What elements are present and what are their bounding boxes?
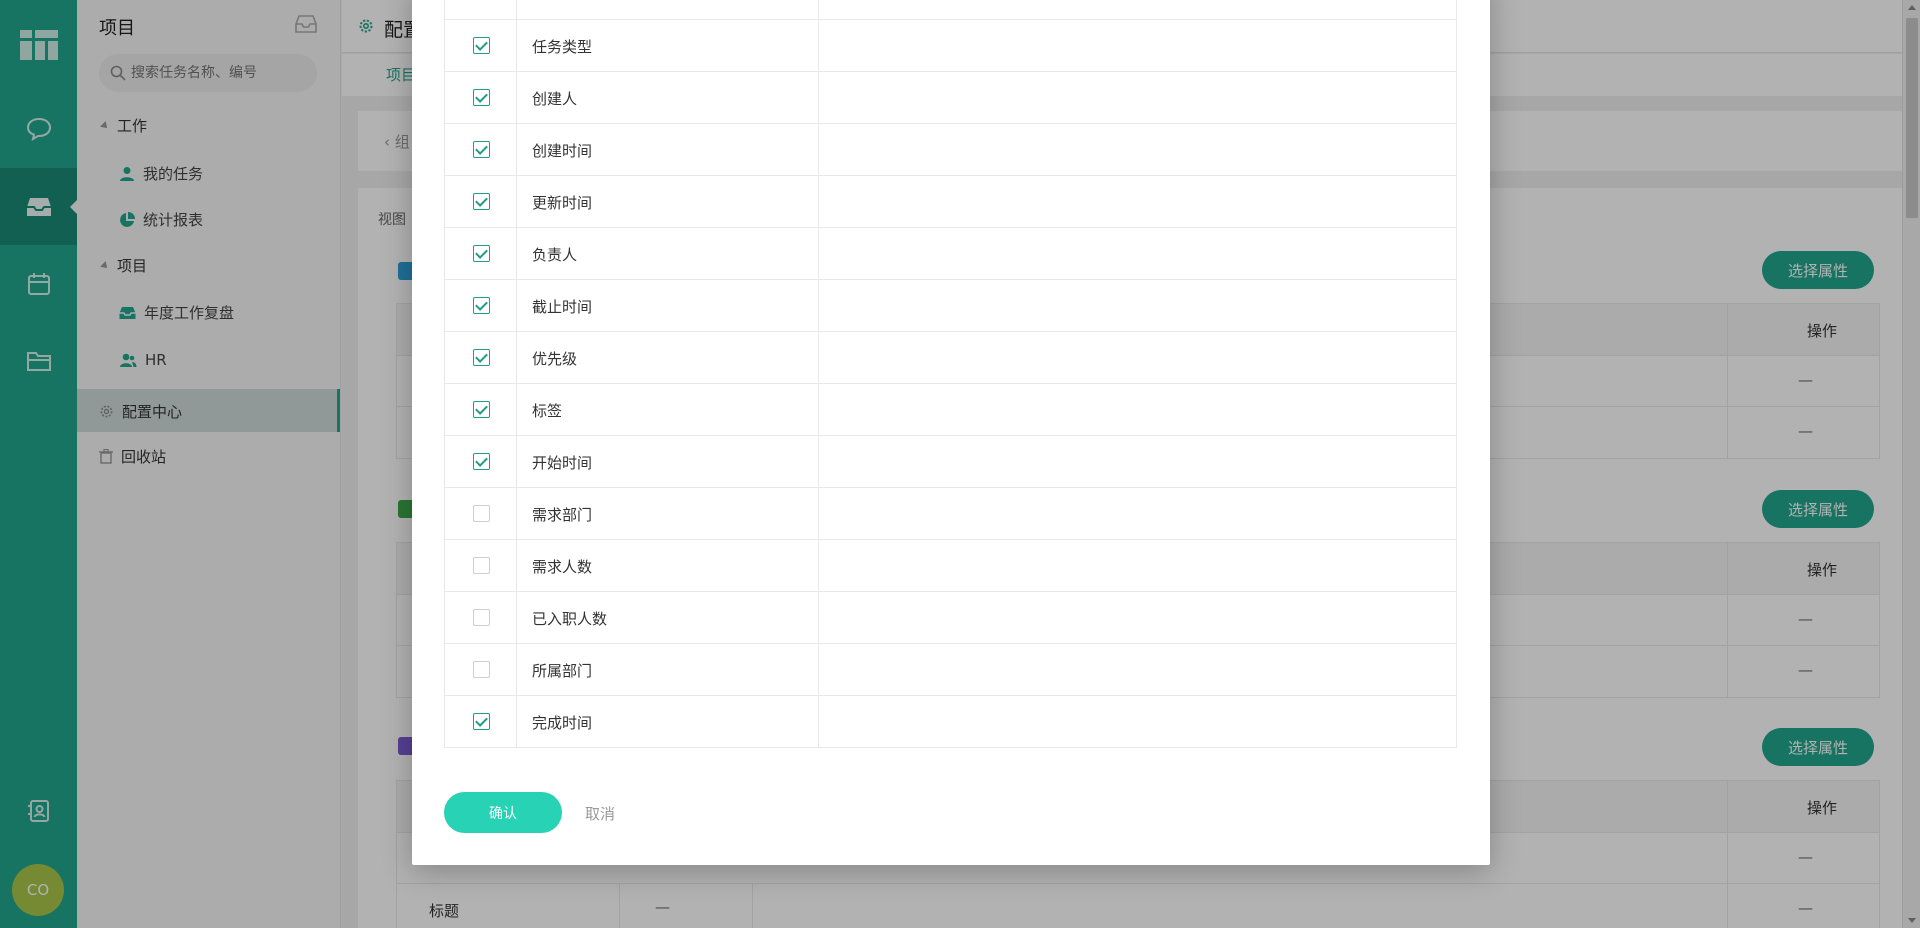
- attribute-label: 开始时间: [532, 454, 593, 472]
- attribute-row[interactable]: 创建人: [445, 72, 1456, 124]
- attribute-list: 任务类型创建人创建时间更新时间负责人截止时间优先级标签开始时间需求部门需求人数已…: [444, 0, 1457, 748]
- attribute-label: 创建人: [532, 90, 578, 108]
- attribute-row[interactable]: 优先级: [445, 332, 1456, 384]
- attribute-checkbox[interactable]: [473, 609, 490, 626]
- attribute-row[interactable]: 需求部门: [445, 488, 1456, 540]
- attribute-row[interactable]: 负责人: [445, 228, 1456, 280]
- checkbox-cell: [445, 0, 517, 19]
- attribute-row[interactable]: 开始时间: [445, 436, 1456, 488]
- attribute-label: 完成时间: [532, 714, 593, 732]
- attribute-checkbox[interactable]: [473, 349, 490, 366]
- name-cell: [517, 0, 819, 19]
- attribute-checkbox[interactable]: [473, 557, 490, 574]
- attribute-label: 优先级: [532, 350, 578, 368]
- attribute-checkbox[interactable]: [473, 37, 490, 54]
- attribute-label: 截止时间: [532, 298, 593, 316]
- attribute-row[interactable]: 完成时间: [445, 696, 1456, 748]
- attribute-label: 已入职人数: [532, 610, 608, 628]
- attribute-label: 标签: [532, 402, 563, 420]
- attribute-row[interactable]: [445, 0, 1456, 20]
- attribute-row[interactable]: 任务类型: [445, 20, 1456, 72]
- attribute-label: 负责人: [532, 246, 578, 264]
- cancel-button[interactable]: 取消: [585, 803, 615, 824]
- confirm-button[interactable]: 确认: [444, 792, 562, 833]
- attribute-label: 更新时间: [532, 194, 593, 212]
- attribute-label: 需求部门: [532, 506, 593, 524]
- attribute-label: 创建时间: [532, 142, 593, 160]
- attribute-checkbox[interactable]: [473, 401, 490, 418]
- attribute-row[interactable]: 需求人数: [445, 540, 1456, 592]
- attribute-checkbox[interactable]: [473, 89, 490, 106]
- attribute-label: 需求人数: [532, 558, 593, 576]
- attribute-row[interactable]: 创建时间: [445, 124, 1456, 176]
- attribute-row[interactable]: 已入职人数: [445, 592, 1456, 644]
- attribute-checkbox[interactable]: [473, 505, 490, 522]
- attribute-checkbox[interactable]: [473, 661, 490, 678]
- attribute-label: 所属部门: [532, 662, 593, 680]
- attribute-row[interactable]: 标签: [445, 384, 1456, 436]
- select-attributes-dialog: 任务类型创建人创建时间更新时间负责人截止时间优先级标签开始时间需求部门需求人数已…: [412, 0, 1490, 865]
- attribute-checkbox[interactable]: [473, 193, 490, 210]
- attribute-label: 任务类型: [532, 38, 593, 56]
- attribute-checkbox[interactable]: [473, 453, 490, 470]
- attribute-row[interactable]: 所属部门: [445, 644, 1456, 696]
- attribute-checkbox[interactable]: [473, 141, 490, 158]
- attribute-row[interactable]: 截止时间: [445, 280, 1456, 332]
- attribute-row[interactable]: 更新时间: [445, 176, 1456, 228]
- attribute-checkbox[interactable]: [473, 245, 490, 262]
- attribute-checkbox[interactable]: [473, 297, 490, 314]
- name-cell: [517, 384, 819, 435]
- attribute-checkbox[interactable]: [473, 713, 490, 730]
